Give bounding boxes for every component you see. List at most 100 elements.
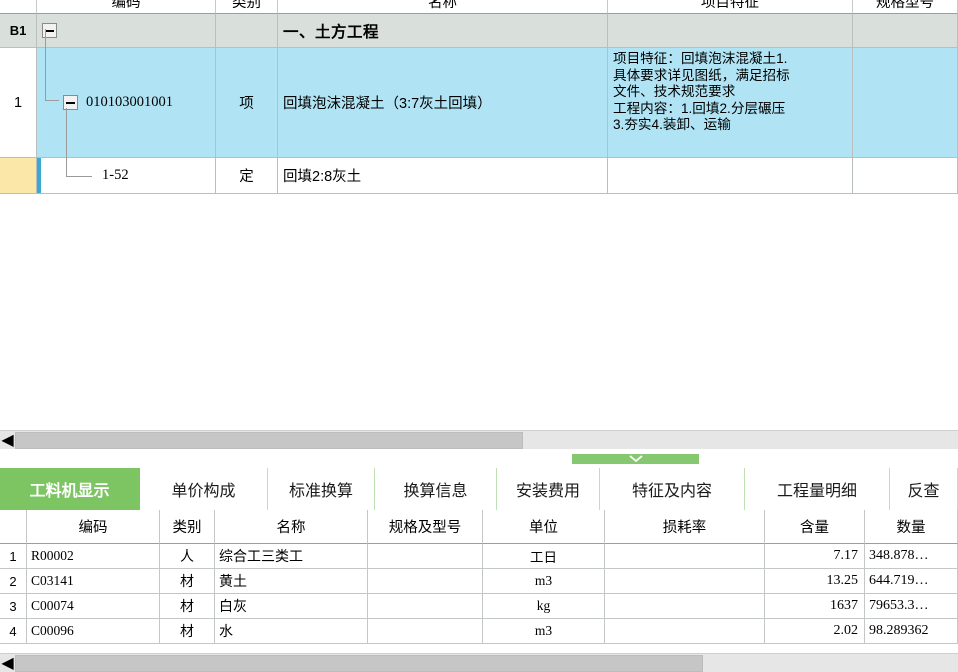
row-code-1[interactable]: 010103001001 [37,48,216,158]
col-header-category[interactable]: 类别 [216,0,278,14]
row-content[interactable]: 7.17 [765,544,865,569]
scrollbar-thumb[interactable] [15,431,523,449]
selection-edge [37,158,41,193]
row-category[interactable]: 材 [160,594,215,619]
scrollbar-track[interactable] [703,654,958,672]
row-spec[interactable] [368,619,483,644]
application-window: 编码 类别 名称 项目特征 规格型号 B1 一、土方工程 1 010103001… [0,0,958,672]
bottom-grid-horizontal-scrollbar[interactable]: ◀ [0,653,958,672]
row-quantity[interactable]: 98.289362 [865,619,958,644]
row-category-1[interactable]: 项 [216,48,278,158]
row-loss-rate[interactable] [605,619,765,644]
table-row[interactable]: 4 C00096 材 水 m3 2.02 98.289362 [0,619,958,644]
tab-unit-price-composition[interactable]: 单价构成 [140,468,268,510]
col-header-category[interactable]: 类别 [160,510,215,544]
detail-tab-bar[interactable]: 工料机显示 单价构成 标准换算 换算信息 安装费用 特征及内容 工程量明细 反查 [0,468,958,510]
row-quantity[interactable]: 79653.3… [865,594,958,619]
row-spec-2[interactable] [853,158,958,194]
row-index: 2 [0,569,27,594]
tab-installation-cost[interactable]: 安装费用 [497,468,600,510]
table-row[interactable]: 2 C03141 材 黄土 m3 13.25 644.719… [0,569,958,594]
col-header-name[interactable]: 名称 [278,0,608,14]
tree-line-horizontal [66,176,92,177]
table-row[interactable]: 3 C00074 材 白灰 kg 1637 79653.3… [0,594,958,619]
row-category[interactable]: 材 [160,619,215,644]
panel-splitter[interactable] [0,449,958,468]
tab-gongliaoji-display[interactable]: 工料机显示 [0,468,140,510]
row-unit[interactable]: m3 [483,569,605,594]
row-feature-1[interactable]: 项目特征：回填泡沫混凝土1. 具体要求详见图纸，满足招标 文件、技术规范要求 工… [608,48,853,158]
row-spec-1[interactable] [853,48,958,158]
top-grid-horizontal-scrollbar[interactable]: ◀ [0,430,958,449]
row-category[interactable]: 人 [160,544,215,569]
row-code-2[interactable]: 1-52 [37,158,216,194]
collapse-panel-button[interactable] [572,454,699,464]
row-content[interactable]: 13.25 [765,569,865,594]
row-spec[interactable] [368,594,483,619]
row-name-2[interactable]: 回填2:8灰土 [278,158,608,194]
resource-grid-header: 编码 类别 名称 规格及型号 单位 损耗率 含量 数量 [0,510,958,544]
row-name[interactable]: 白灰 [215,594,368,619]
row-code[interactable]: C03141 [27,569,160,594]
row-unit[interactable]: m3 [483,619,605,644]
row-category-b1[interactable] [216,14,278,48]
row-code[interactable]: C00096 [27,619,160,644]
col-header-unit[interactable]: 单位 [483,510,605,544]
row-category-2[interactable]: 定 [216,158,278,194]
table-row[interactable]: 1-52 定 回填2:8灰土 [0,158,958,194]
col-header-rownum[interactable] [0,0,37,14]
row-code[interactable]: C00074 [27,594,160,619]
row-name-1[interactable]: 回填泡沫混凝土（3:7灰土回填） [278,48,608,158]
col-header-feature[interactable]: 项目特征 [608,0,853,14]
col-header-spec[interactable]: 规格型号 [853,0,958,14]
row-unit[interactable]: 工日 [483,544,605,569]
row-code[interactable]: R00002 [27,544,160,569]
scroll-left-arrow-icon[interactable]: ◀ [0,431,15,449]
row-loss-rate[interactable] [605,544,765,569]
tab-feature-and-content[interactable]: 特征及内容 [600,468,745,510]
col-header-code[interactable]: 编码 [37,0,216,14]
table-row[interactable]: 1 R00002 人 综合工三类工 工日 7.17 348.878… [0,544,958,569]
scroll-left-arrow-icon[interactable]: ◀ [0,654,15,672]
chevron-down-icon [628,455,643,463]
row-index: 4 [0,619,27,644]
row-feature-2[interactable] [608,158,853,194]
col-header-spec-model[interactable]: 规格及型号 [368,510,483,544]
col-header-name[interactable]: 名称 [215,510,368,544]
col-header-content[interactable]: 含量 [765,510,865,544]
col-header-quantity[interactable]: 数量 [865,510,958,544]
row-spec-b1[interactable] [853,14,958,48]
row-index: 3 [0,594,27,619]
tab-conversion-info[interactable]: 换算信息 [375,468,497,510]
row-loss-rate[interactable] [605,594,765,619]
tab-quantity-detail[interactable]: 工程量明细 [745,468,890,510]
tab-reverse-lookup[interactable]: 反查 [890,468,958,510]
scrollbar-track[interactable] [523,431,958,449]
col-header-code[interactable]: 编码 [27,510,160,544]
row-unit[interactable]: kg [483,594,605,619]
resource-detail-grid[interactable]: 编码 类别 名称 规格及型号 单位 损耗率 含量 数量 1 R00002 人 综… [0,510,958,655]
table-row[interactable]: B1 一、土方工程 [0,14,958,48]
scrollbar-thumb[interactable] [15,654,703,672]
row-quantity[interactable]: 644.719… [865,569,958,594]
row-category[interactable]: 材 [160,569,215,594]
col-header-rownum[interactable] [0,510,27,544]
row-spec[interactable] [368,569,483,594]
row-loss-rate[interactable] [605,569,765,594]
row-spec[interactable] [368,544,483,569]
row-name[interactable]: 黄土 [215,569,368,594]
row-content[interactable]: 1637 [765,594,865,619]
row-name[interactable]: 水 [215,619,368,644]
col-header-loss-rate[interactable]: 损耗率 [605,510,765,544]
tab-standard-conversion[interactable]: 标准换算 [268,468,375,510]
row-name-b1[interactable]: 一、土方工程 [278,14,608,48]
row-name[interactable]: 综合工三类工 [215,544,368,569]
row-marker-cell[interactable] [0,158,37,194]
row-quantity[interactable]: 348.878… [865,544,958,569]
table-row[interactable]: 1 010103001001 项 回填泡沫混凝土（3:7灰土回填） 项目特征：回… [0,48,958,158]
bill-items-grid[interactable]: 编码 类别 名称 项目特征 规格型号 B1 一、土方工程 1 010103001… [0,0,958,430]
tree-line-vertical [66,108,67,176]
row-feature-b1[interactable] [608,14,853,48]
row-code-b1[interactable] [37,14,216,48]
row-content[interactable]: 2.02 [765,619,865,644]
